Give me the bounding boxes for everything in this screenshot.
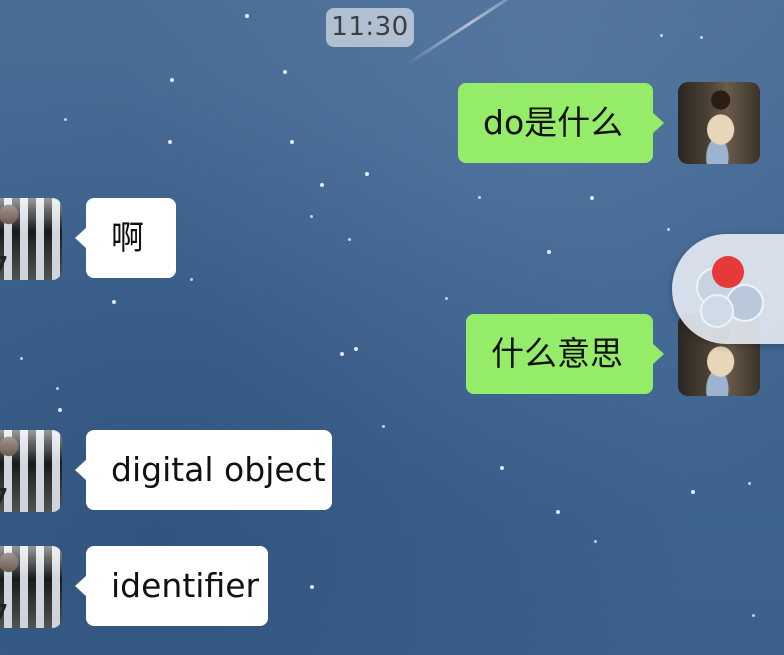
star-decoration bbox=[283, 70, 287, 74]
star-decoration bbox=[594, 540, 597, 543]
star-decoration bbox=[691, 490, 695, 494]
star-decoration bbox=[748, 482, 751, 485]
message-bubble-outgoing[interactable]: 什么意思 bbox=[466, 314, 664, 394]
message-bubble-outgoing[interactable]: do是什么 bbox=[458, 83, 664, 163]
star-decoration bbox=[445, 297, 448, 300]
star-decoration bbox=[64, 118, 67, 121]
message-bubble-incoming[interactable]: identifier bbox=[75, 546, 268, 626]
star-decoration bbox=[478, 196, 481, 199]
notification-dot-icon bbox=[712, 256, 744, 288]
star-decoration bbox=[500, 466, 504, 470]
meteor-decoration bbox=[404, 0, 536, 67]
message-timestamp: 11:30 bbox=[326, 8, 414, 47]
player-avatar-icon[interactable]: 7 bbox=[0, 546, 62, 628]
bubble-dot bbox=[700, 294, 734, 328]
star-decoration bbox=[354, 347, 358, 351]
player-avatar-icon[interactable]: 7 bbox=[0, 198, 62, 280]
jersey-number: 7 bbox=[0, 484, 8, 508]
floating-ball-icon[interactable] bbox=[672, 234, 784, 344]
star-decoration bbox=[547, 250, 551, 254]
star-decoration bbox=[310, 585, 314, 589]
star-decoration bbox=[20, 357, 23, 360]
star-decoration bbox=[170, 78, 174, 82]
message-bubble-incoming[interactable]: 啊 bbox=[75, 198, 176, 278]
star-decoration bbox=[660, 34, 663, 37]
star-decoration bbox=[590, 196, 594, 200]
star-decoration bbox=[365, 172, 369, 176]
star-decoration bbox=[56, 387, 59, 390]
girl-avatar-icon[interactable] bbox=[678, 82, 760, 164]
star-decoration bbox=[190, 278, 193, 281]
star-decoration bbox=[58, 408, 62, 412]
star-decoration bbox=[168, 140, 172, 144]
star-decoration bbox=[667, 228, 670, 231]
star-decoration bbox=[310, 215, 313, 218]
star-decoration bbox=[382, 425, 385, 428]
star-decoration bbox=[112, 300, 116, 304]
star-decoration bbox=[556, 510, 560, 514]
message-bubble-incoming[interactable]: digital object bbox=[75, 430, 332, 510]
star-decoration bbox=[340, 352, 344, 356]
star-decoration bbox=[290, 140, 294, 144]
star-decoration bbox=[320, 183, 324, 187]
star-decoration bbox=[245, 14, 249, 18]
star-decoration bbox=[752, 614, 755, 617]
player-avatar-icon[interactable]: 7 bbox=[0, 430, 62, 512]
star-decoration bbox=[348, 238, 351, 241]
jersey-number: 7 bbox=[0, 600, 8, 624]
jersey-number: 7 bbox=[0, 252, 8, 276]
star-decoration bbox=[700, 36, 703, 39]
